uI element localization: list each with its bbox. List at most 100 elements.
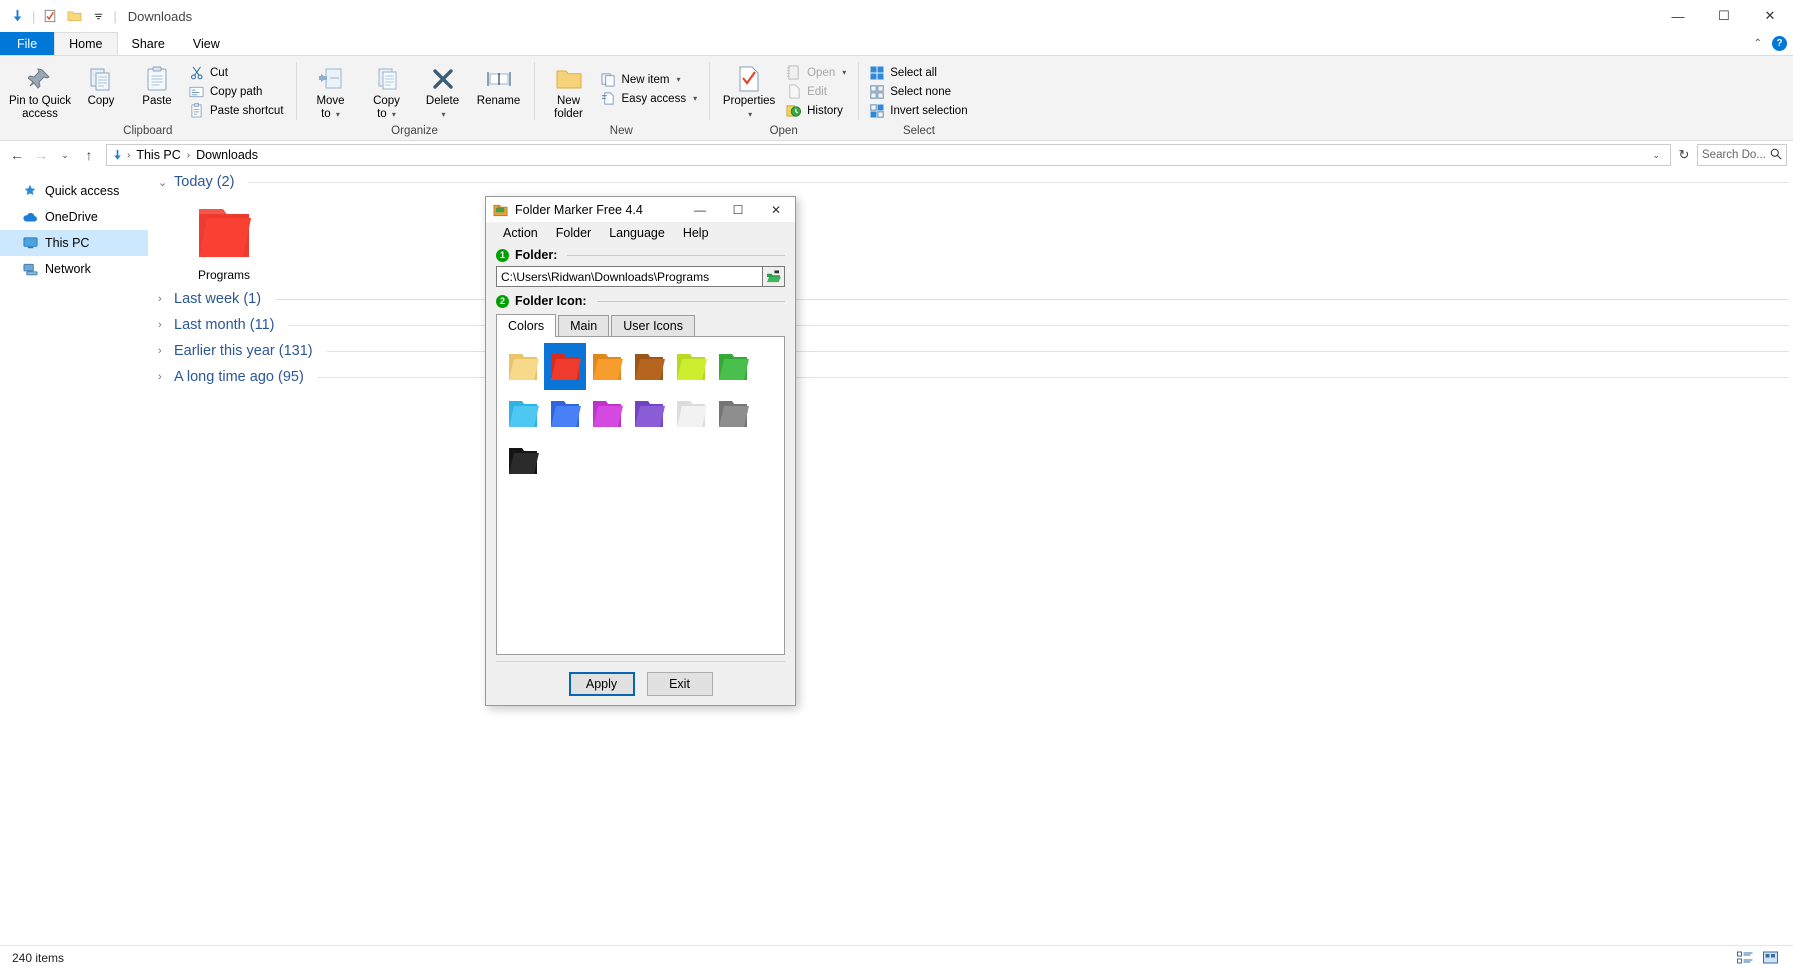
new-folder-button[interactable]: New folder bbox=[541, 60, 597, 121]
folder-icon-grid[interactable] bbox=[496, 336, 785, 655]
group-header-last-week[interactable]: › Last week (1) bbox=[148, 286, 1793, 312]
group-header-today[interactable]: ⌄ Today (2) bbox=[148, 169, 1793, 195]
file-list-pane[interactable]: ⌄ Today (2) Programs › Last week (1) › L… bbox=[148, 169, 1793, 945]
ribbon-group-new: New folder New item ▾ Easy access ▾ New bbox=[533, 56, 710, 140]
icon-cell-folder-white[interactable] bbox=[670, 390, 712, 437]
copy-button[interactable]: Copy bbox=[73, 60, 129, 108]
chevron-right-icon[interactable]: › bbox=[158, 293, 168, 305]
icon-cell-folder-blue[interactable] bbox=[544, 390, 586, 437]
rename-button[interactable]: Rename bbox=[471, 60, 527, 108]
chevron-right-icon-4[interactable]: › bbox=[158, 371, 168, 383]
details-view-icon[interactable] bbox=[1735, 949, 1755, 967]
paste-label: Paste bbox=[142, 95, 172, 107]
open-button[interactable]: Open ▾ bbox=[782, 63, 851, 82]
history-button[interactable]: History bbox=[782, 101, 851, 120]
back-arrow-icon[interactable]: ← bbox=[6, 144, 28, 166]
monitor-icon bbox=[22, 235, 38, 251]
icon-cell-folder-red[interactable] bbox=[544, 343, 586, 390]
select-none-button[interactable]: Select none bbox=[865, 82, 972, 101]
customize-caret-icon[interactable] bbox=[87, 5, 109, 27]
breadcrumb[interactable]: › This PC › Downloads ⌄ bbox=[106, 144, 1671, 166]
sidebar-item-network[interactable]: Network bbox=[0, 256, 148, 282]
breadcrumb-dropdown-icon[interactable]: ⌄ bbox=[1646, 150, 1666, 161]
tab-file[interactable]: File bbox=[0, 32, 55, 55]
sidebar-item-quick-access[interactable]: Quick access bbox=[0, 178, 148, 204]
chevron-down-icon[interactable]: ⌄ bbox=[158, 176, 168, 189]
move-to-button[interactable]: Move to ▾ bbox=[303, 60, 359, 121]
icon-cell-folder-cyan[interactable] bbox=[502, 390, 544, 437]
easy-access-label: Easy access bbox=[621, 92, 687, 105]
refresh-icon[interactable]: ↻ bbox=[1673, 144, 1695, 166]
easy-access-button[interactable]: Easy access ▾ bbox=[597, 89, 703, 108]
edit-button[interactable]: Edit bbox=[782, 82, 851, 101]
new-item-button[interactable]: New item ▾ bbox=[597, 70, 703, 89]
new-folder-icon[interactable] bbox=[63, 5, 85, 27]
dialog-maximize-button[interactable]: ☐ bbox=[719, 197, 757, 222]
invert-selection-button[interactable]: Invert selection bbox=[865, 101, 972, 120]
group-header-last-month[interactable]: › Last month (11) bbox=[148, 312, 1793, 338]
tab-main[interactable]: Main bbox=[558, 315, 610, 336]
icon-cell-folder-lime[interactable] bbox=[670, 343, 712, 390]
tab-colors[interactable]: Colors bbox=[496, 314, 557, 337]
paste-button[interactable]: Paste bbox=[129, 60, 185, 108]
group-header-a-long-time-ago[interactable]: › A long time ago (95) bbox=[148, 364, 1793, 390]
collapse-ribbon-icon[interactable]: ⌃ bbox=[1754, 38, 1762, 49]
download-arrow-icon[interactable] bbox=[6, 5, 28, 27]
icon-cell-folder-black[interactable] bbox=[502, 437, 544, 484]
quick-access-toolbar: | | bbox=[6, 5, 119, 27]
close-button[interactable]: ✕ bbox=[1747, 0, 1793, 32]
menu-item-action[interactable]: Action bbox=[494, 224, 547, 242]
select-all-button[interactable]: Select all bbox=[865, 63, 972, 82]
tab-user-icons[interactable]: User Icons bbox=[611, 315, 695, 336]
tab-view[interactable]: View bbox=[179, 32, 234, 55]
icon-cell-folder-orange[interactable] bbox=[586, 343, 628, 390]
exit-button[interactable]: Exit bbox=[646, 671, 713, 696]
scissors-icon bbox=[188, 64, 205, 81]
sidebar-item-onedrive[interactable]: OneDrive bbox=[0, 204, 148, 230]
tab-home[interactable]: Home bbox=[54, 32, 118, 55]
chevron-right-icon-2[interactable]: › bbox=[158, 319, 168, 331]
dialog-minimize-button[interactable]: — bbox=[681, 197, 719, 222]
section-folder-divider bbox=[567, 254, 785, 256]
chevron-right-icon-3[interactable]: › bbox=[158, 345, 168, 357]
folder-white-icon bbox=[677, 400, 707, 427]
menu-item-language[interactable]: Language bbox=[600, 224, 674, 242]
pin-to-quick-access-button[interactable]: Pin to Quick access bbox=[7, 60, 73, 121]
icon-cell-folder-yellow[interactable] bbox=[502, 343, 544, 390]
group-header-earlier-this-year[interactable]: › Earlier this year (131) bbox=[148, 338, 1793, 364]
copy-to-button[interactable]: Copy to ▾ bbox=[359, 60, 415, 121]
breadcrumb-item-downloads[interactable]: Downloads bbox=[193, 148, 261, 162]
properties-check-icon[interactable] bbox=[39, 5, 61, 27]
help-icon[interactable]: ? bbox=[1772, 36, 1787, 51]
icon-cell-folder-gray[interactable] bbox=[712, 390, 754, 437]
sidebar-item-this-pc[interactable]: This PC bbox=[0, 230, 148, 256]
forward-arrow-icon[interactable]: → bbox=[30, 144, 52, 166]
large-icons-view-icon[interactable] bbox=[1761, 949, 1781, 967]
recent-locations-caret[interactable]: ⌄ bbox=[54, 144, 76, 166]
icon-cell-folder-brown[interactable] bbox=[628, 343, 670, 390]
menu-item-folder[interactable]: Folder bbox=[547, 224, 600, 242]
ribbon-tab-strip: File Home Share View ⌃ ? bbox=[0, 32, 1793, 55]
icon-cell-folder-magenta[interactable] bbox=[586, 390, 628, 437]
search-input[interactable]: Search Do... bbox=[1697, 144, 1787, 166]
dialog-close-button[interactable]: ✕ bbox=[757, 197, 795, 222]
apply-button[interactable]: Apply bbox=[568, 671, 635, 696]
paste-shortcut-button[interactable]: Paste shortcut bbox=[185, 101, 289, 120]
folder-path-input[interactable]: C:\Users\Ridwan\Downloads\Programs bbox=[496, 266, 763, 287]
maximize-button[interactable]: ☐ bbox=[1701, 0, 1747, 32]
list-item[interactable]: Programs bbox=[172, 201, 276, 286]
browse-folder-button[interactable] bbox=[763, 266, 785, 287]
up-arrow-icon[interactable]: ↑ bbox=[78, 144, 100, 166]
open-label: Open bbox=[807, 66, 836, 79]
delete-button[interactable]: Delete ▾ bbox=[415, 60, 471, 121]
icon-cell-folder-purple[interactable] bbox=[628, 390, 670, 437]
menu-item-help[interactable]: Help bbox=[674, 224, 718, 242]
properties-button[interactable]: Properties ▾ bbox=[716, 60, 782, 121]
copy-path-button[interactable]: Copy path bbox=[185, 82, 289, 101]
tab-share[interactable]: Share bbox=[118, 32, 179, 55]
breadcrumb-item-this-pc[interactable]: This PC bbox=[133, 148, 183, 162]
properties-label: Properties bbox=[722, 95, 776, 107]
minimize-button[interactable]: — bbox=[1655, 0, 1701, 32]
cut-button[interactable]: Cut bbox=[185, 63, 289, 82]
icon-cell-folder-green[interactable] bbox=[712, 343, 754, 390]
